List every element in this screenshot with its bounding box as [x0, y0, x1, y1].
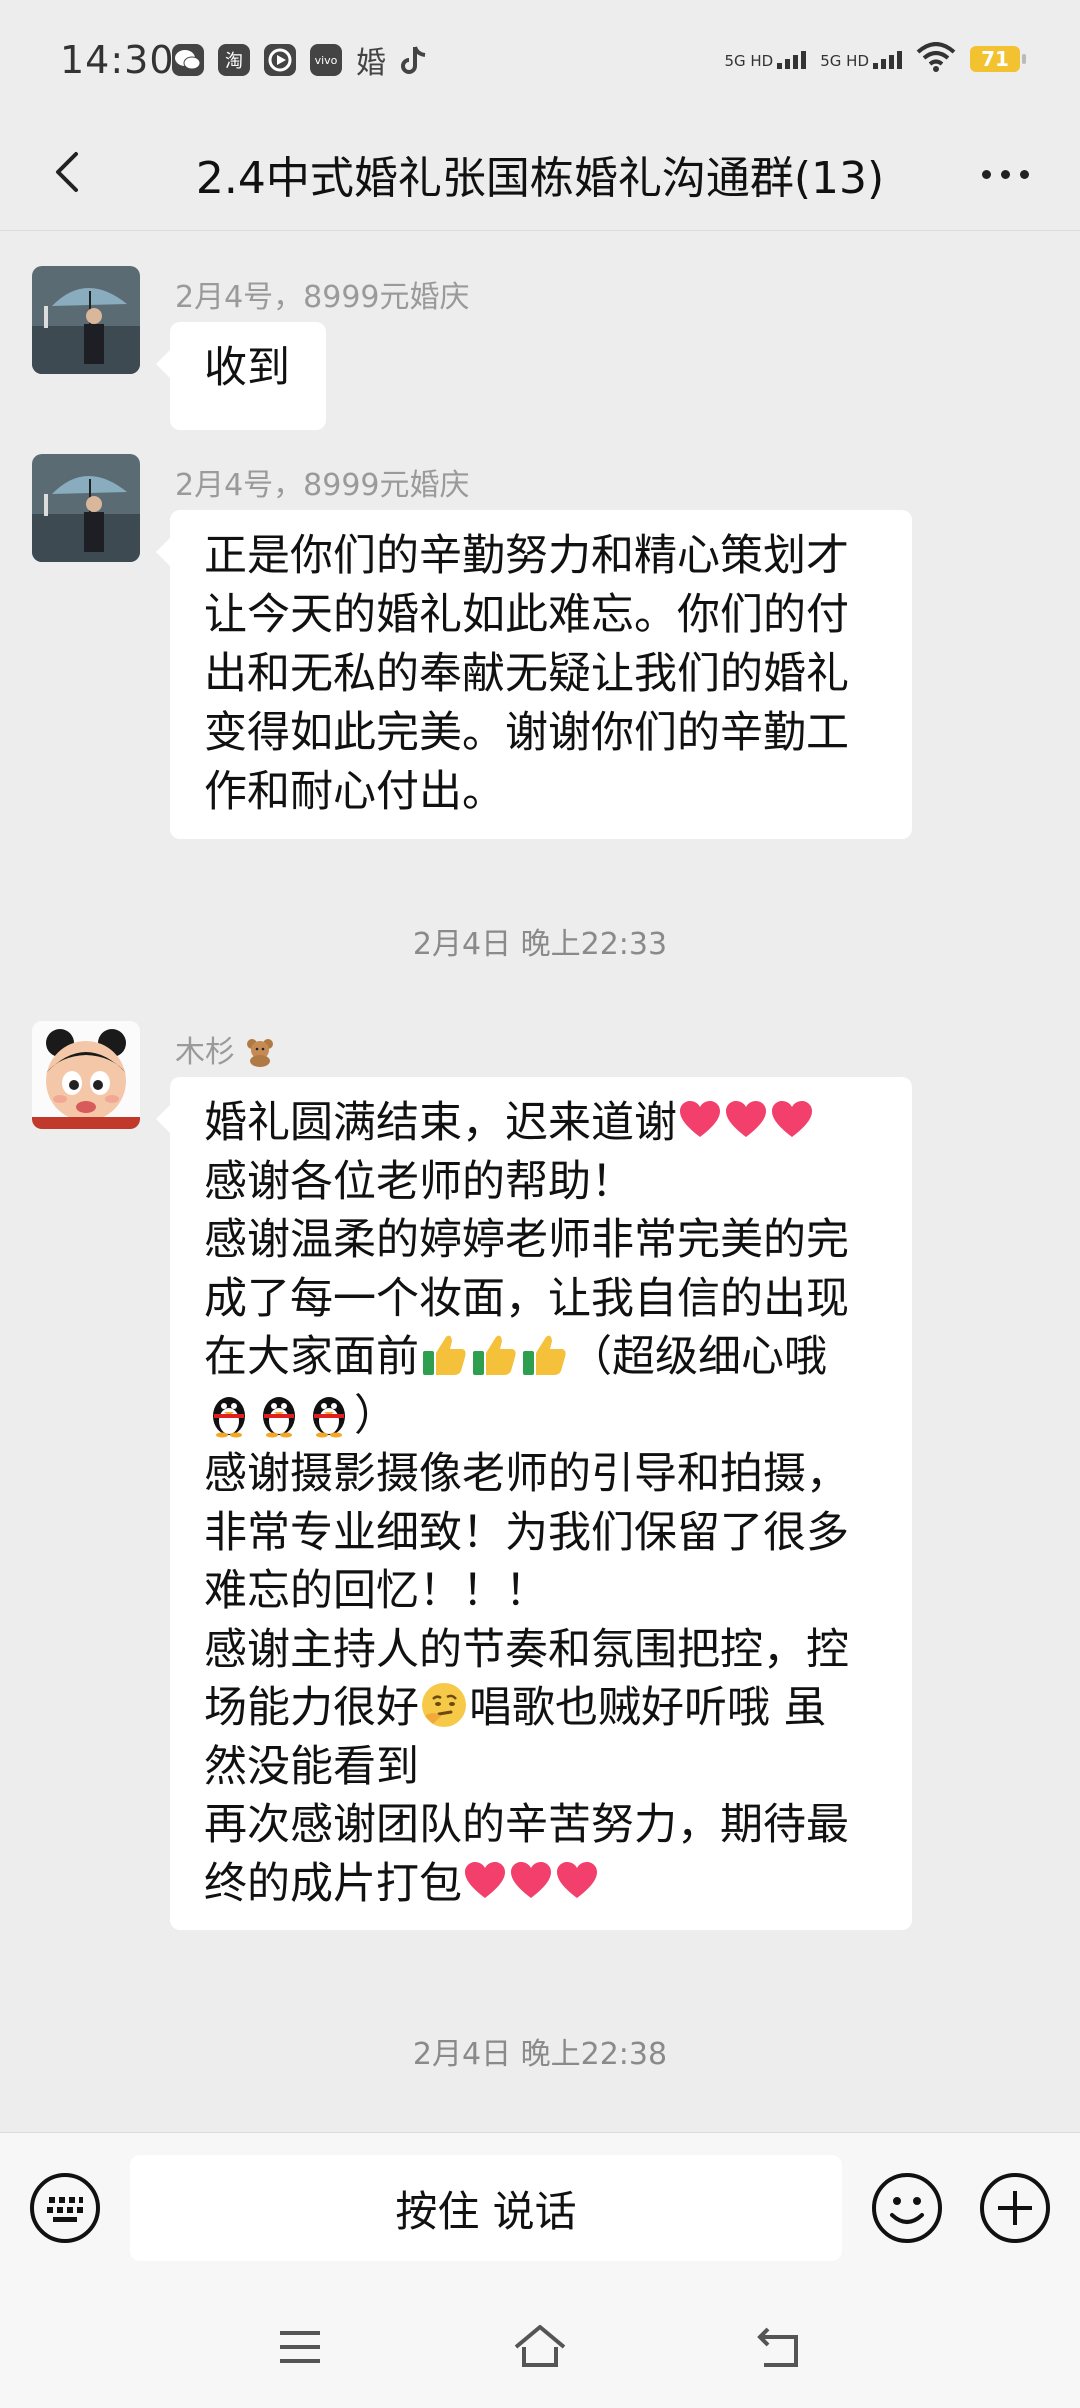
vivo-icon: vivo — [310, 44, 342, 76]
thumbs-up-icon — [419, 1329, 469, 1379]
message-bubble[interactable]: 正是你们的辛勤努力和精心策划才 让今天的婚礼如此难忘。你们的付 出和无私的奉献无… — [156, 510, 912, 839]
dot — [1019, 169, 1029, 179]
thumbs-up-icon — [469, 1329, 519, 1379]
smiley-icon — [872, 2173, 942, 2243]
menu-button[interactable] — [270, 2317, 330, 2377]
return-icon — [757, 2327, 798, 2367]
message-text: 变得如此完美。谢谢你们的辛勤工 — [204, 708, 849, 758]
menu-icon — [280, 2331, 320, 2363]
battery-indicator: 71 — [970, 46, 1026, 72]
more-actions-button[interactable] — [978, 2171, 1052, 2245]
penguin-icon — [204, 1388, 254, 1438]
tiktok-icon — [400, 44, 430, 76]
home-icon — [514, 2325, 566, 2367]
message-bubble[interactable]: 收到 — [156, 322, 326, 430]
input-bar: 按住 说话 — [0, 2132, 1080, 2283]
sender-name: 2月4号，8999元婚庆 — [175, 468, 470, 503]
message-line: 感谢温柔的婷婷老师非常完美的完 — [204, 1215, 849, 1265]
emoji-button[interactable] — [870, 2171, 944, 2245]
back-nav-button[interactable] — [750, 2317, 810, 2377]
avatar-umbrella[interactable] — [32, 454, 140, 562]
message-line: 场能力很好 唱歌也贼好听哦 虽 — [204, 1679, 878, 1738]
status-time: 14:30 — [60, 38, 175, 82]
sender-name: 木杉 — [175, 1027, 275, 1071]
heart-icon — [723, 1097, 769, 1143]
marriage-app-icon: 婚 — [356, 46, 386, 81]
signal-2: 5G HD — [820, 49, 902, 69]
message-text: 作和耐心付出。 — [204, 767, 505, 817]
message-text: 出和无私的奉献无疑让我们的婚礼 — [204, 649, 849, 699]
avatar-umbrella[interactable] — [32, 266, 140, 374]
plus-icon — [980, 2173, 1050, 2243]
more-button[interactable] — [970, 144, 1040, 204]
message-text: 收到 — [204, 343, 290, 393]
message-line: 然没能看到 — [204, 1741, 419, 1792]
message-line: 感谢摄影摄像老师的引导和拍摄， — [204, 1449, 849, 1499]
penguin-icon — [254, 1388, 304, 1438]
signal-1: 5G HD — [724, 49, 807, 69]
message-line: 感谢主持人的节奏和氛围把控，控 — [204, 1624, 849, 1675]
message-line: 婚礼圆满结束，迟来道谢 — [204, 1094, 878, 1153]
penguin-icon — [304, 1388, 354, 1438]
message-line: 非常专业细致！为我们保留了很多 — [204, 1507, 849, 1558]
message-line: 成了每一个妆面，让我自信的出现 — [204, 1273, 849, 1324]
message-line: 再次感谢团队的辛苦努力，期待最 — [204, 1800, 849, 1850]
heart-icon — [462, 1858, 508, 1904]
signal-bars-icon — [777, 49, 807, 69]
dot — [981, 169, 991, 179]
message-text: 正是你们的辛勤努力和精心策划才 — [204, 531, 849, 581]
heart-icon — [769, 1097, 815, 1143]
chat-area[interactable]: 2月4号，8999元婚庆 收到 2月4号，8999元婚庆 正是你们的辛勤努力和精… — [0, 231, 1080, 2131]
avatar-cartoon-girl[interactable] — [32, 1021, 140, 1129]
sender-name: 2月4号，8999元婚庆 — [175, 280, 470, 315]
keyboard-icon — [30, 2173, 100, 2243]
notification-icons: 淘 vivo 婚 — [172, 44, 430, 81]
message-line: 感谢各位老师的帮助！ — [204, 1156, 634, 1207]
message-bubble[interactable]: 婚礼圆满结束，迟来道谢 感谢各位老师的帮助！ 感谢温柔的婷婷老师非常完美的完 成… — [156, 1077, 912, 1930]
message-line: ） — [204, 1387, 878, 1446]
keyboard-toggle-button[interactable] — [28, 2171, 102, 2245]
home-button[interactable] — [510, 2317, 570, 2377]
message-text: 让今天的婚礼如此难忘。你们的付 — [204, 590, 849, 640]
taobao-icon: 淘 — [218, 44, 250, 76]
video-icon — [264, 44, 296, 76]
heart-icon — [554, 1858, 600, 1904]
status-right: 5G HD 5G HD 71 — [724, 42, 1026, 76]
system-navigation-bar — [0, 2282, 1080, 2408]
thinking-face-icon — [419, 1680, 469, 1730]
heart-icon — [677, 1097, 723, 1143]
chat-title: 2.4中式婚礼张国栋婚礼沟通群(13) — [195, 153, 885, 204]
teddy-bear-icon — [245, 1037, 275, 1067]
wifi-icon — [916, 42, 956, 76]
signal-bars-icon — [873, 49, 902, 69]
message-line: 在大家面前 （超级细心哦 — [204, 1328, 878, 1387]
status-bar: 14:30 淘 vivo 婚 5G HD 5G HD 71 — [0, 0, 1080, 120]
heart-icon — [508, 1858, 554, 1904]
dot — [1000, 169, 1010, 179]
hold-to-talk-button[interactable]: 按住 说话 — [130, 2155, 842, 2261]
chat-header: 2.4中式婚礼张国栋婚礼沟通群(13) — [0, 120, 1080, 231]
timestamp: 2月4日 晚上22:38 — [412, 2037, 668, 2072]
message-line: 终的成片打包 — [204, 1855, 878, 1914]
message-line: 难忘的回忆！！！ — [204, 1566, 548, 1616]
thumbs-up-icon — [519, 1329, 569, 1379]
wechat-icon — [172, 44, 204, 76]
timestamp: 2月4日 晚上22:33 — [412, 927, 668, 962]
